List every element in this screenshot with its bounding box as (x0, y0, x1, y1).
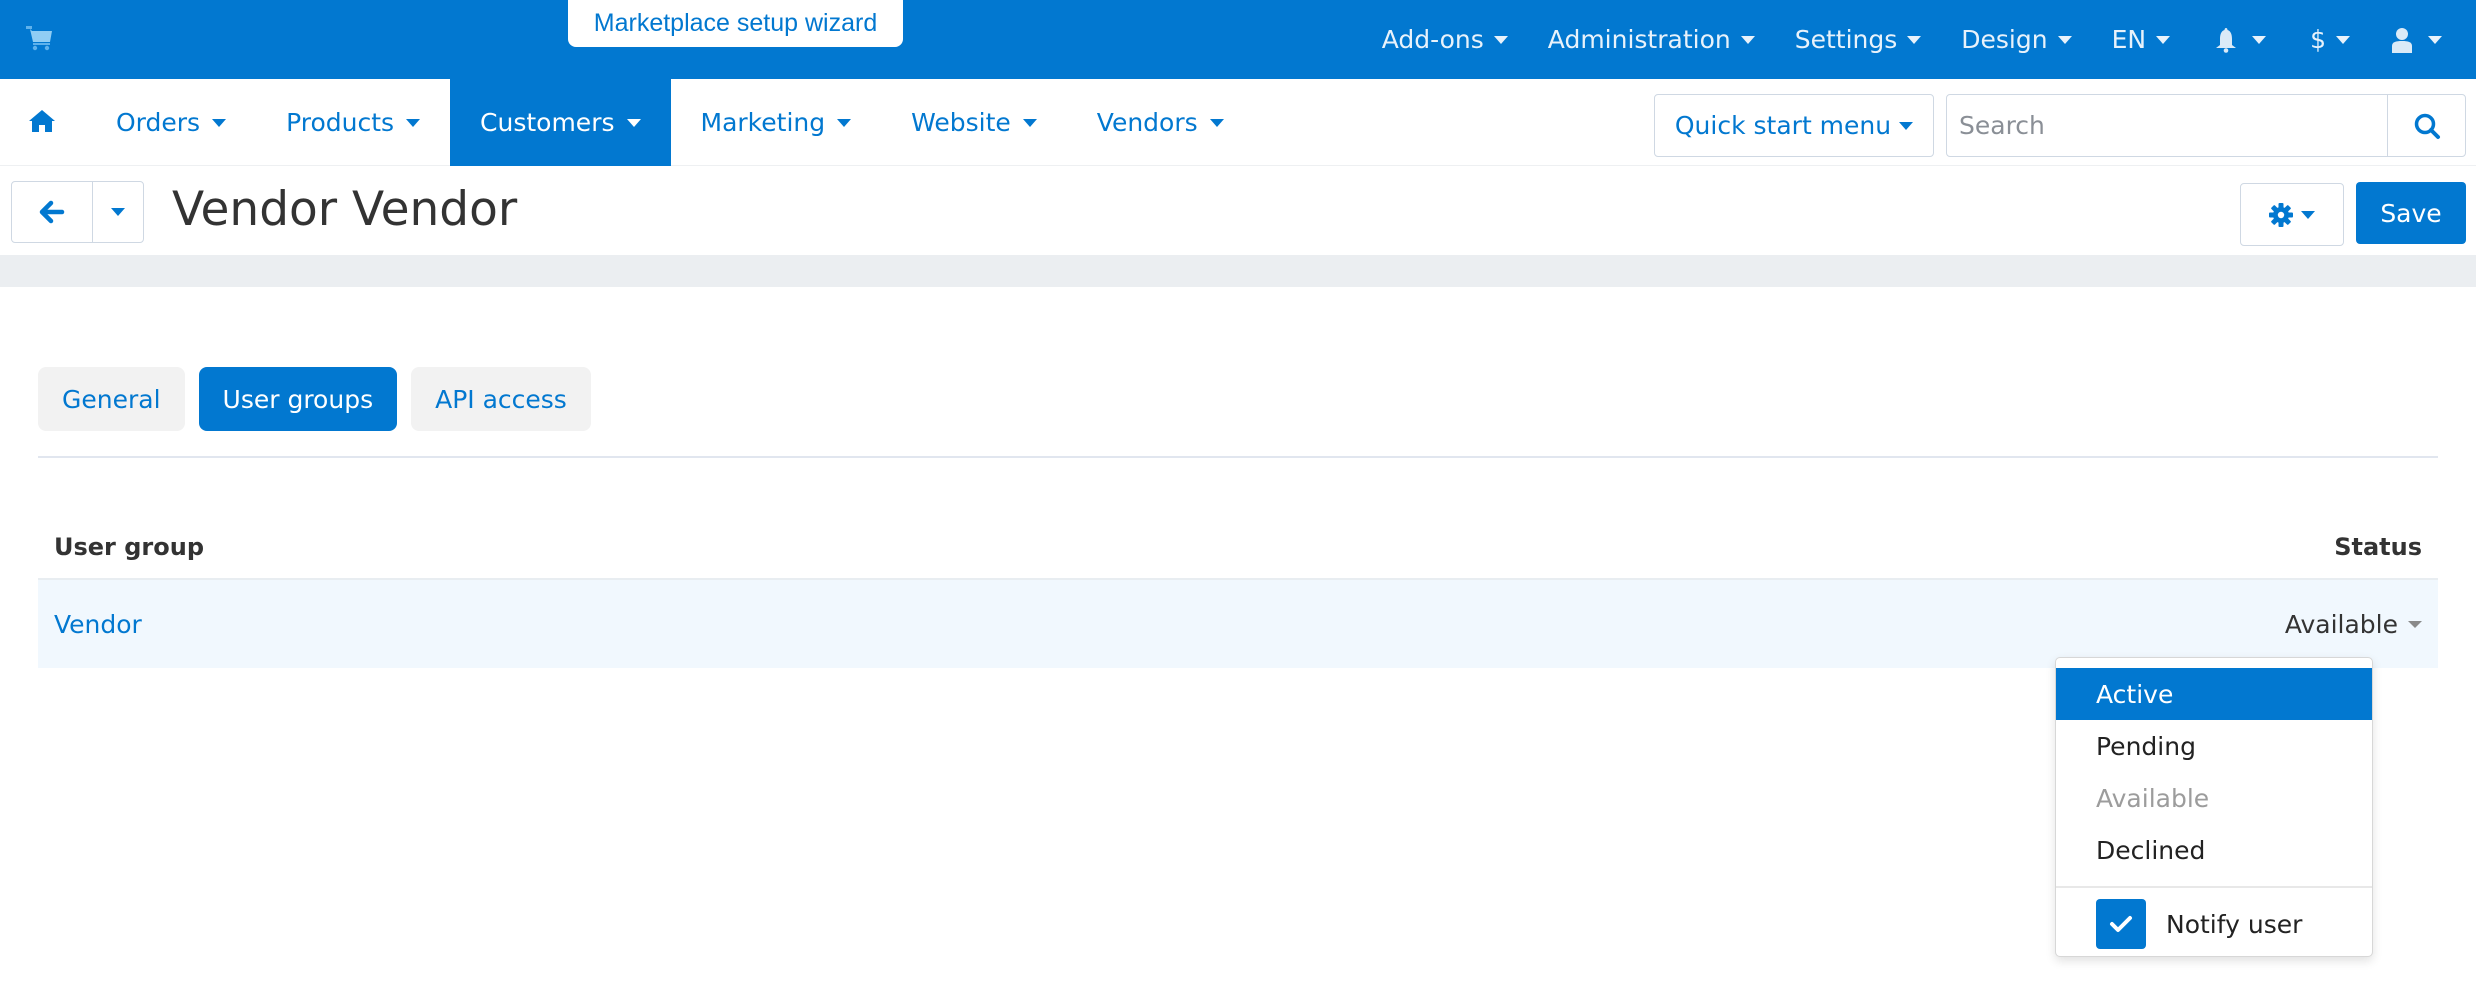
nav-item-customers[interactable]: Customers (450, 79, 671, 166)
page-title: Vendor Vendor (172, 182, 518, 237)
caret-down-icon (1740, 35, 1755, 44)
tabs: General User groups API access (38, 367, 591, 431)
caret-down-icon (1493, 35, 1508, 44)
arrow-left-icon (39, 200, 65, 224)
toolbar-separator (0, 255, 2476, 287)
currency-menu[interactable]: $ (2290, 0, 2370, 79)
notifications-menu[interactable] (2190, 0, 2290, 79)
caret-down-icon (2336, 35, 2350, 44)
caret-down-icon (626, 118, 641, 127)
caret-down-icon (2252, 35, 2267, 44)
caret-down-icon (1907, 35, 1922, 44)
column-header-user-group: User group (54, 532, 205, 561)
caret-down-icon (1899, 121, 1914, 130)
status-value: Available (2284, 609, 2398, 639)
main-nav-items: Orders Products Customers Marketing Webs… (86, 79, 1254, 166)
nav-item-products[interactable]: Products (256, 79, 450, 166)
save-button[interactable]: Save (2356, 182, 2466, 244)
caret-down-icon (2408, 620, 2422, 628)
caret-down-icon (406, 118, 421, 127)
top-bar: Marketplace setup wizard Add-ons Adminis… (0, 0, 2476, 79)
bell-icon (2216, 27, 2237, 53)
caret-down-icon (111, 208, 125, 216)
status-option-active[interactable]: Active (2056, 668, 2372, 720)
gear-icon (2269, 202, 2293, 227)
top-nav-addons-label: Add-ons (1381, 25, 1484, 54)
top-nav: Add-ons Administration Settings Design E… (1362, 0, 2476, 79)
cart-icon[interactable] (26, 26, 54, 52)
nav-item-marketing-label: Marketing (700, 108, 826, 137)
caret-down-icon (212, 118, 227, 127)
user-group-link[interactable]: Vendor (54, 610, 142, 639)
status-dropdown-menu: Active Pending Available Declined Notify… (2055, 657, 2373, 957)
user-icon (2392, 27, 2412, 53)
nav-item-vendors-label: Vendors (1096, 108, 1198, 137)
caret-down-icon (2057, 35, 2072, 44)
nav-item-website-label: Website (911, 108, 1011, 137)
column-header-status: Status (2334, 532, 2422, 561)
top-nav-administration-label: Administration (1547, 25, 1731, 54)
tab-user-groups[interactable]: User groups (198, 367, 398, 431)
tab-general[interactable]: General (38, 367, 185, 431)
caret-down-icon (2156, 35, 2171, 44)
nav-item-website[interactable]: Website (881, 79, 1067, 166)
nav-item-vendors[interactable]: Vendors (1067, 79, 1254, 166)
user-groups-table: User group Status Vendor Available (38, 515, 2438, 668)
quick-start-menu-label: Quick start menu (1674, 111, 1892, 140)
top-nav-settings[interactable]: Settings (1775, 0, 1942, 79)
status-option-pending[interactable]: Pending (2056, 720, 2372, 772)
back-history-dropdown[interactable] (93, 182, 143, 242)
caret-down-icon (1022, 118, 1037, 127)
nav-item-products-label: Products (286, 108, 395, 137)
currency-icon: $ (2310, 25, 2326, 54)
top-nav-design[interactable]: Design (1941, 0, 2091, 79)
status-dropdown-toggle[interactable]: Available (2285, 610, 2422, 639)
nav-item-marketing[interactable]: Marketing (671, 79, 882, 166)
tabs-divider (38, 456, 2438, 458)
search-box (1946, 94, 2466, 157)
table-header: User group Status (38, 515, 2438, 580)
status-option-available: Available (2096, 783, 2210, 813)
top-nav-design-label: Design (1961, 25, 2048, 54)
marketplace-setup-wizard-button[interactable]: Marketplace setup wizard (568, 0, 903, 47)
caret-down-icon (2428, 35, 2442, 44)
quick-start-menu-button[interactable]: Quick start menu (1654, 94, 1934, 157)
status-option-declined[interactable]: Declined (2056, 824, 2372, 876)
back-button[interactable] (12, 182, 93, 242)
nav-item-orders-label: Orders (116, 108, 201, 137)
user-menu[interactable] (2370, 0, 2476, 79)
back-button-group (11, 181, 144, 243)
search-icon (2414, 113, 2440, 139)
top-nav-settings-label: Settings (1794, 25, 1898, 54)
top-nav-addons[interactable]: Add-ons (1362, 0, 1528, 79)
notify-user-checkbox[interactable] (2096, 899, 2146, 949)
check-icon (2110, 916, 2132, 932)
caret-down-icon (1209, 118, 1224, 127)
top-nav-administration[interactable]: Administration (1528, 0, 1775, 79)
notify-user-option[interactable]: Notify user (2056, 896, 2372, 952)
top-nav-language-label: EN (2111, 25, 2147, 54)
dropdown-divider (2056, 886, 2372, 888)
settings-dropdown-button[interactable] (2240, 183, 2344, 246)
search-input[interactable] (1947, 95, 2387, 156)
tab-api-access[interactable]: API access (411, 367, 591, 431)
caret-down-icon (2301, 210, 2315, 219)
home-icon[interactable] (28, 109, 56, 133)
notify-user-label: Notify user (2166, 909, 2303, 939)
top-nav-language[interactable]: EN (2092, 0, 2191, 79)
table-row: Vendor Available (38, 580, 2438, 668)
caret-down-icon (837, 118, 852, 127)
search-button[interactable] (2387, 95, 2465, 156)
nav-item-orders[interactable]: Orders (86, 79, 256, 166)
nav-item-customers-label: Customers (480, 108, 615, 137)
